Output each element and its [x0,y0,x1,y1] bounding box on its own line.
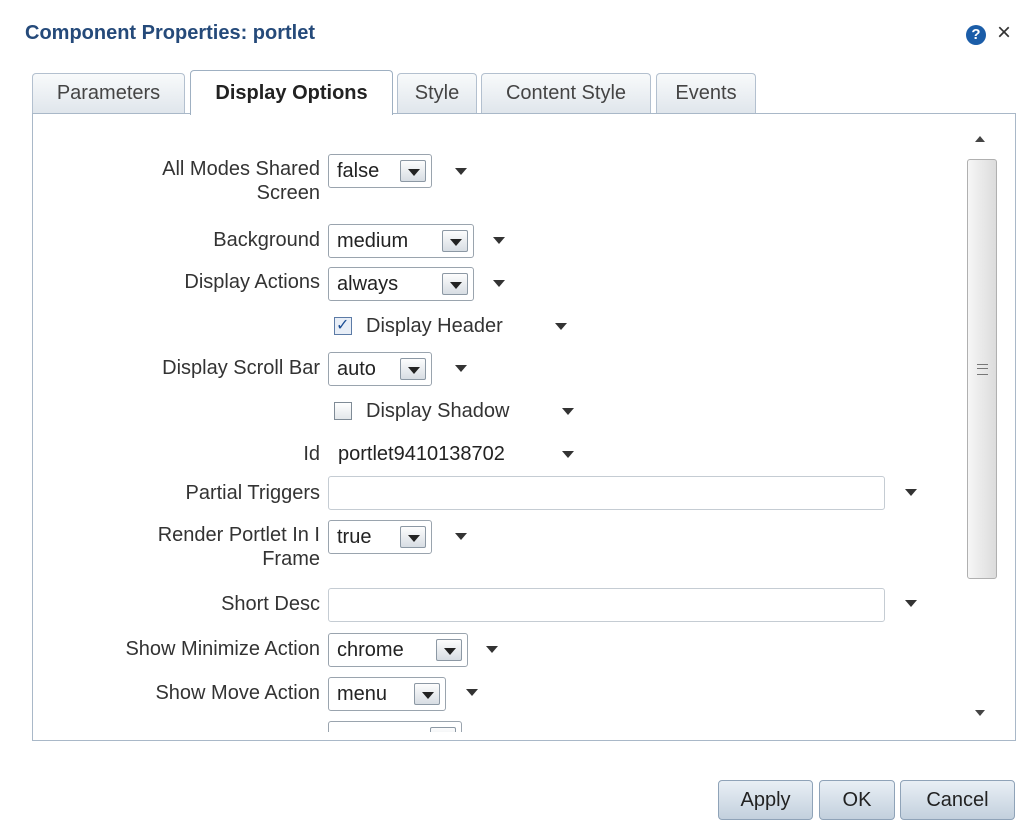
partial-triggers-label: Partial Triggers [185,482,321,504]
show-move-action-select[interactable]: menu [328,677,446,711]
cancel-button[interactable]: Cancel [900,780,1015,820]
chevron-down-icon [400,358,426,380]
all-modes-shared-screen-select[interactable]: false [328,154,432,188]
id-label: Id [303,443,320,465]
property-menu-icon[interactable] [562,451,576,461]
scrollbar-thumb[interactable] [967,159,997,579]
property-menu-icon[interactable] [493,237,507,247]
render-portlet-in-iframe-label: Render Portlet In I Frame [157,524,320,570]
property-menu-icon[interactable] [455,168,469,178]
property-menu-icon[interactable] [555,323,569,333]
chevron-down-icon [400,526,426,548]
ok-button[interactable]: OK [819,780,895,820]
background-label: Background [213,229,320,251]
tab-content-style[interactable]: Content Style [481,73,651,113]
dialog-title: Component Properties: portlet [25,22,316,44]
property-menu-icon[interactable] [455,365,469,375]
next-select[interactable] [328,721,462,732]
show-minimize-action-label: Show Minimize Action [125,638,320,660]
help-icon[interactable]: ? [966,25,986,45]
display-actions-select[interactable]: always [328,267,474,301]
render-portlet-in-iframe-select[interactable]: true [328,520,432,554]
chevron-down-icon [442,273,468,295]
short-desc-label: Short Desc [221,593,320,615]
property-menu-icon[interactable] [486,646,500,656]
apply-button[interactable]: Apply [718,780,813,820]
scroll-down-icon[interactable] [975,710,985,716]
display-scroll-bar-label: Display Scroll Bar [162,357,320,379]
all-modes-shared-screen-label: All Modes Shared Screen [162,158,320,204]
display-shadow-label: Display Shadow [366,400,510,422]
tab-style[interactable]: Style [397,73,477,113]
display-shadow-checkbox[interactable] [334,402,352,420]
id-value: portlet9410138702 [338,443,505,465]
vertical-scrollbar[interactable] [967,124,999,730]
display-scroll-bar-select[interactable]: auto [328,352,432,386]
show-minimize-action-select[interactable]: chrome [328,633,468,667]
chevron-down-icon [430,727,456,732]
chevron-down-icon [442,230,468,252]
property-menu-icon[interactable] [493,280,507,290]
property-menu-icon[interactable] [905,600,919,610]
tab-parameters[interactable]: Parameters [32,73,185,113]
property-menu-icon[interactable] [905,489,919,499]
chevron-down-icon [436,639,462,661]
display-actions-label: Display Actions [184,271,320,293]
close-icon[interactable]: × [992,19,1016,47]
background-select[interactable]: medium [328,224,474,258]
show-move-action-label: Show Move Action [155,682,320,704]
display-header-checkbox[interactable]: ✓ [334,317,352,335]
chevron-down-icon [414,683,440,705]
property-menu-icon[interactable] [562,408,576,418]
scroll-up-icon[interactable] [975,136,985,142]
tab-display-options[interactable]: Display Options [190,70,393,115]
grip-icon [977,364,988,375]
short-desc-input[interactable] [328,588,885,622]
display-header-label: Display Header [366,315,503,337]
property-menu-icon[interactable] [466,689,480,699]
partial-triggers-input[interactable] [328,476,885,510]
property-menu-icon[interactable] [455,533,469,543]
chevron-down-icon [400,160,426,182]
next-row-clip [320,718,480,732]
tab-events[interactable]: Events [656,73,756,113]
